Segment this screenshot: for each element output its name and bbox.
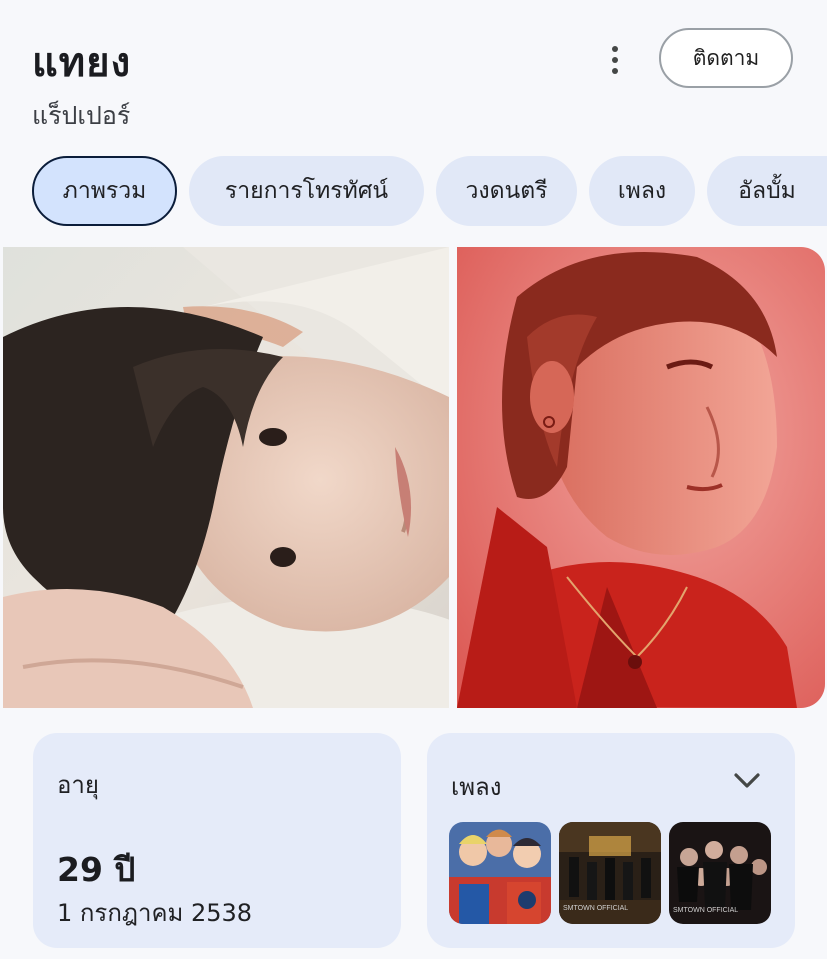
portrait-image-2 [457, 247, 825, 708]
tab-songs[interactable]: เพลง [589, 156, 695, 226]
portrait-image-1 [3, 247, 449, 708]
artist-photo-1[interactable] [3, 247, 449, 708]
thumb-caption: SMTOWN OFFICIAL [563, 905, 628, 912]
page-title: แทยง [32, 40, 132, 86]
age-value: 29 ปี [57, 850, 136, 889]
artist-photo-2[interactable] [457, 247, 825, 708]
song-thumbnail-2[interactable]: SMTOWN OFFICIAL [559, 822, 661, 924]
more-options-icon[interactable] [598, 40, 632, 80]
tab-overview[interactable]: ภาพรวม [32, 156, 177, 226]
page-subtitle: แร็ปเปอร์ [32, 101, 131, 130]
birth-date: 1 กรกฎาคม 2538 [57, 899, 253, 927]
song-thumbnail-1[interactable] [449, 822, 551, 924]
age-card[interactable]: อายุ 29 ปี 1 กรกฎาคม 2538 [33, 733, 401, 948]
songs-card[interactable]: เพลง SMTOWN OFFICIAL SMTOWN OFFICIAL [427, 733, 795, 948]
song-thumbnail-3[interactable]: SMTOWN OFFICIAL [669, 822, 771, 924]
age-label: อายุ [57, 771, 99, 799]
tab-bar: ภาพรวม รายการโทรทัศน์ วงดนตรี เพลง อัลบั… [0, 156, 827, 226]
tab-bands[interactable]: วงดนตรี [436, 156, 577, 226]
tab-tv-shows[interactable]: รายการโทรทัศน์ [189, 156, 424, 226]
songs-label: เพลง [451, 773, 502, 801]
follow-button[interactable]: ติดตาม [659, 28, 793, 88]
tab-albums[interactable]: อัลบั้ม [707, 156, 827, 226]
chevron-down-icon[interactable] [732, 769, 762, 793]
thumb-caption: SMTOWN OFFICIAL [673, 907, 738, 914]
